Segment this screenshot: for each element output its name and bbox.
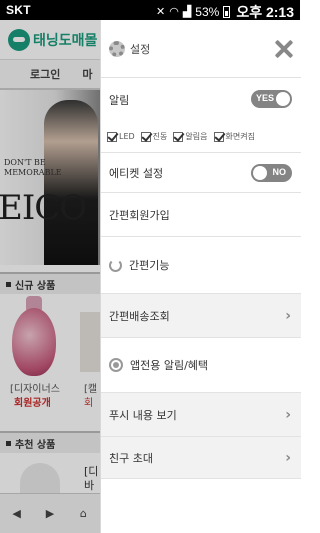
toggle-knob (276, 92, 290, 106)
signal-icon: ▟ (182, 6, 192, 18)
checkbox-sound[interactable]: 알림음 (173, 131, 208, 142)
chevron-right-icon: › (285, 406, 291, 423)
delivery-row[interactable]: 간편배송조회 › (101, 294, 301, 338)
chevron-right-icon: › (285, 449, 291, 466)
checkbox-checked-icon (213, 131, 224, 142)
notification-toggle[interactable]: YES (251, 90, 292, 108)
app-alert-label: 앱전용 알림/혜택 (130, 359, 209, 372)
mute-icon: ✕ (156, 6, 166, 18)
toggle-text: YES (256, 93, 275, 103)
app-alert-row[interactable]: 앱전용 알림/혜택 (101, 338, 301, 393)
dim-overlay[interactable] (0, 20, 100, 533)
target-icon (109, 358, 123, 372)
checkbox-label: LED (119, 132, 135, 141)
easy-feature-row[interactable]: 간편기능 (101, 237, 301, 294)
checkbox-checked-icon (140, 131, 151, 142)
checkbox-label: 진동 (152, 132, 168, 141)
settings-drawer: 설정 알림 YES LED 진동 알림음 화면켜짐 에티켓 설정 NO 간편회원… (100, 20, 301, 533)
status-bar: SKT ✕ ◠ ▟ 53% 오후 2:13 (0, 0, 300, 20)
invite-label: 친구 초대 (109, 451, 153, 465)
etiquette-toggle[interactable]: NO (251, 164, 292, 182)
toggle-knob (253, 166, 267, 180)
invite-row[interactable]: 친구 초대 › (101, 437, 301, 479)
gear-icon (109, 40, 125, 57)
carrier-label: SKT (6, 3, 31, 17)
notification-options: LED 진동 알림음 화면켜짐 (101, 121, 301, 153)
checkbox-checked-icon (107, 131, 117, 142)
clock: 오후 2:13 (236, 4, 294, 20)
close-icon[interactable] (275, 40, 293, 58)
etiquette-row: 에티켓 설정 NO (101, 153, 301, 193)
notification-row: 알림 YES (101, 78, 301, 121)
battery-icon (223, 6, 231, 18)
checkbox-checked-icon (173, 131, 184, 142)
signup-label: 간편회원가입 (109, 208, 170, 222)
easy-feature-label: 간편기능 (129, 259, 170, 272)
checkbox-screen-on[interactable]: 화면켜짐 (213, 131, 255, 142)
delivery-label: 간편배송조회 (109, 309, 170, 323)
signup-row[interactable]: 간편회원가입 (101, 193, 301, 237)
chevron-right-icon: › (285, 307, 291, 324)
toggle-text: NO (272, 167, 287, 177)
battery-percent: 53% (195, 5, 220, 19)
drawer-title: 설정 (130, 42, 151, 56)
push-label: 푸시 내용 보기 (109, 408, 177, 422)
checkbox-vibration[interactable]: 진동 (140, 131, 168, 142)
checkbox-led[interactable]: LED (107, 131, 135, 142)
drawer-header: 설정 (101, 20, 301, 78)
status-icons: ✕ ◠ ▟ 53% 오후 2:13 (156, 2, 294, 22)
refresh-icon (109, 258, 122, 272)
checkbox-label: 화면켜짐 (225, 132, 255, 141)
wifi-icon: ◠ (169, 6, 179, 18)
checkbox-label: 알림음 (185, 132, 208, 141)
notification-label: 알림 (109, 93, 130, 107)
etiquette-label: 에티켓 설정 (109, 166, 164, 180)
push-row[interactable]: 푸시 내용 보기 › (101, 393, 301, 437)
